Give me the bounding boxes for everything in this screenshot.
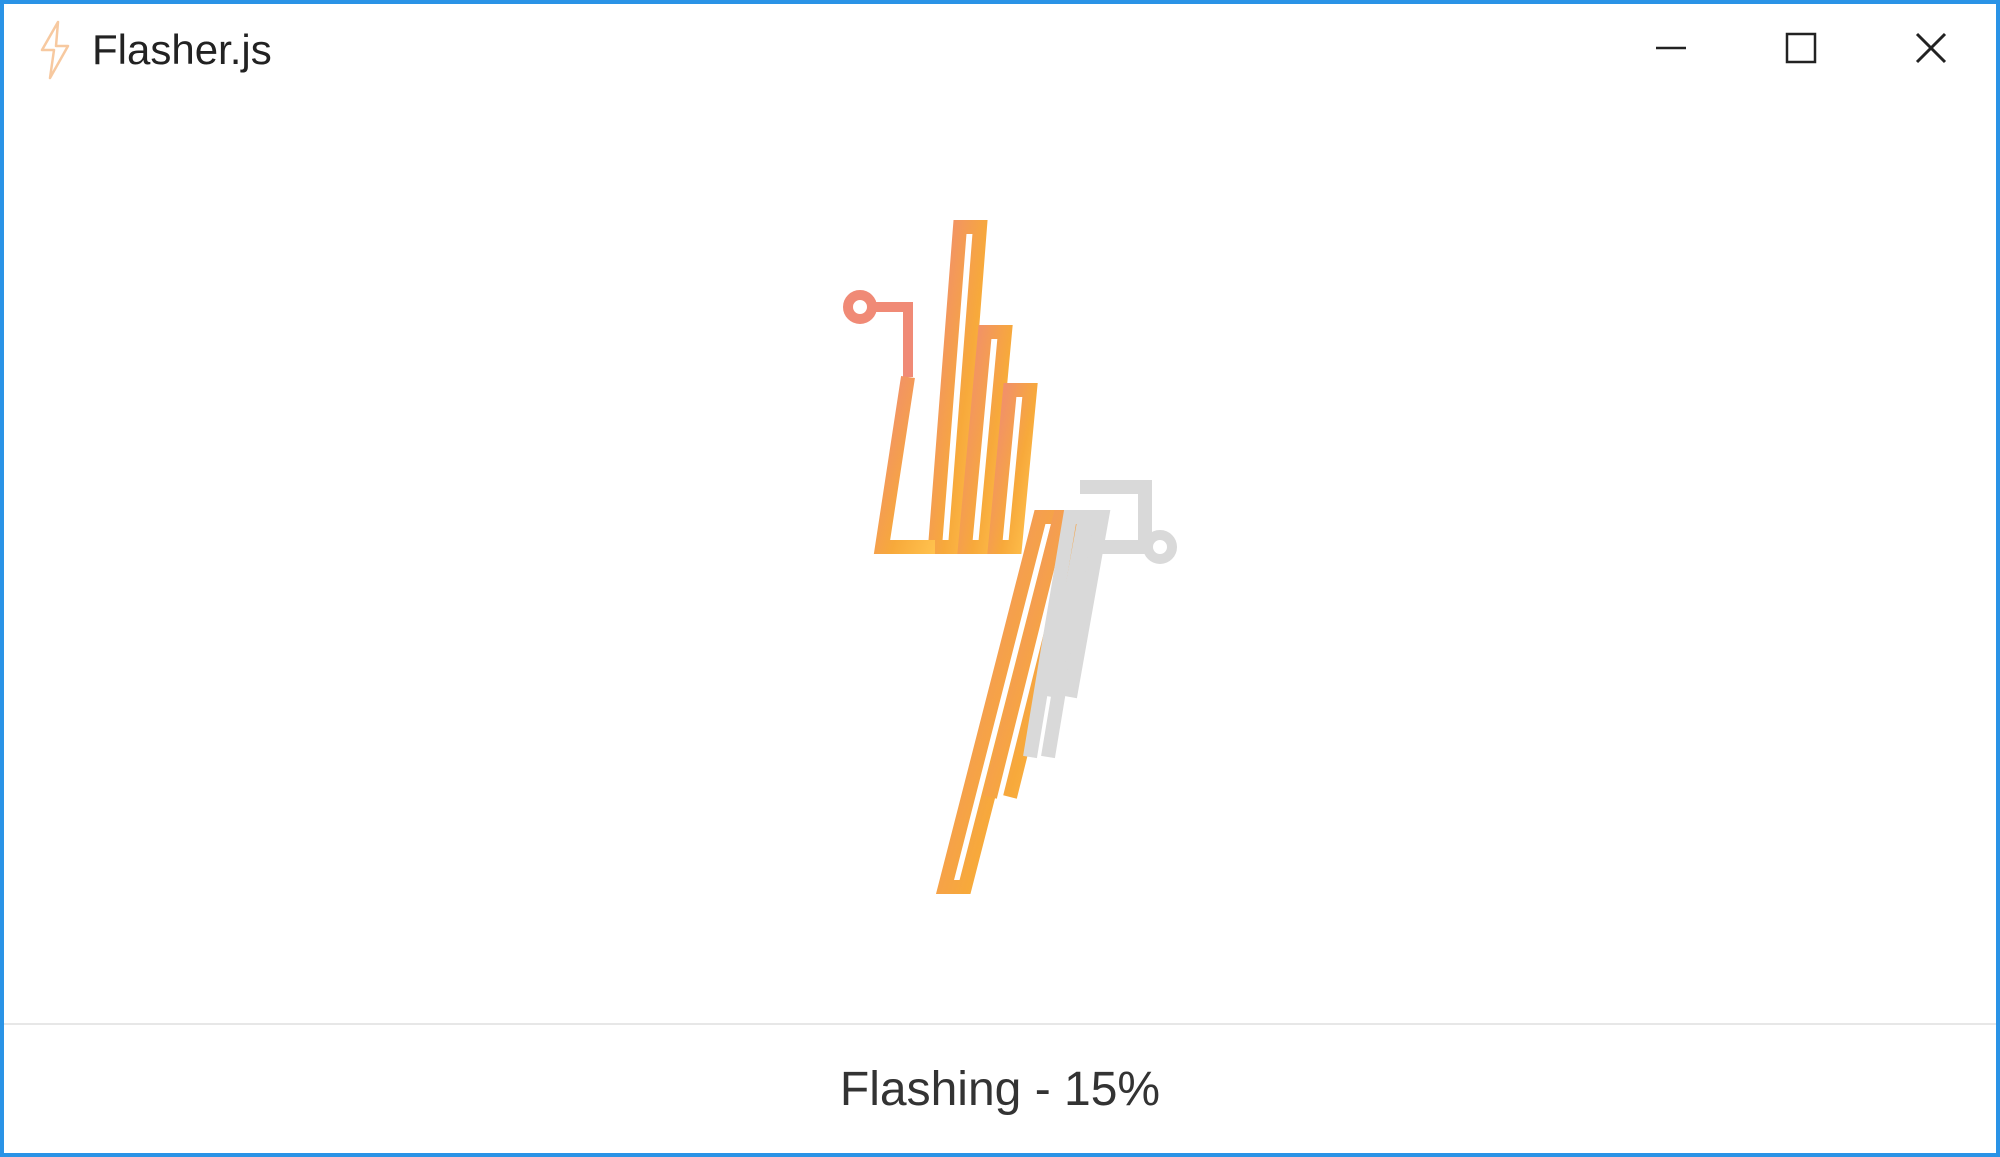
flashing-progress-icon	[750, 207, 1250, 912]
titlebar-left: Flasher.js	[4, 20, 272, 80]
app-title: Flasher.js	[92, 26, 272, 74]
close-button[interactable]	[1866, 4, 1996, 96]
window-controls	[1606, 4, 1996, 96]
close-icon	[1914, 31, 1948, 70]
minimize-icon	[1654, 31, 1688, 70]
status-bar: Flashing - 15%	[4, 1023, 1996, 1153]
minimize-button[interactable]	[1606, 4, 1736, 96]
status-text: Flashing - 15%	[840, 1062, 1160, 1117]
main-content	[4, 96, 1996, 1023]
maximize-icon	[1784, 31, 1818, 70]
titlebar: Flasher.js	[4, 4, 1996, 96]
maximize-button[interactable]	[1736, 4, 1866, 96]
lightning-bolt-icon	[32, 20, 78, 80]
